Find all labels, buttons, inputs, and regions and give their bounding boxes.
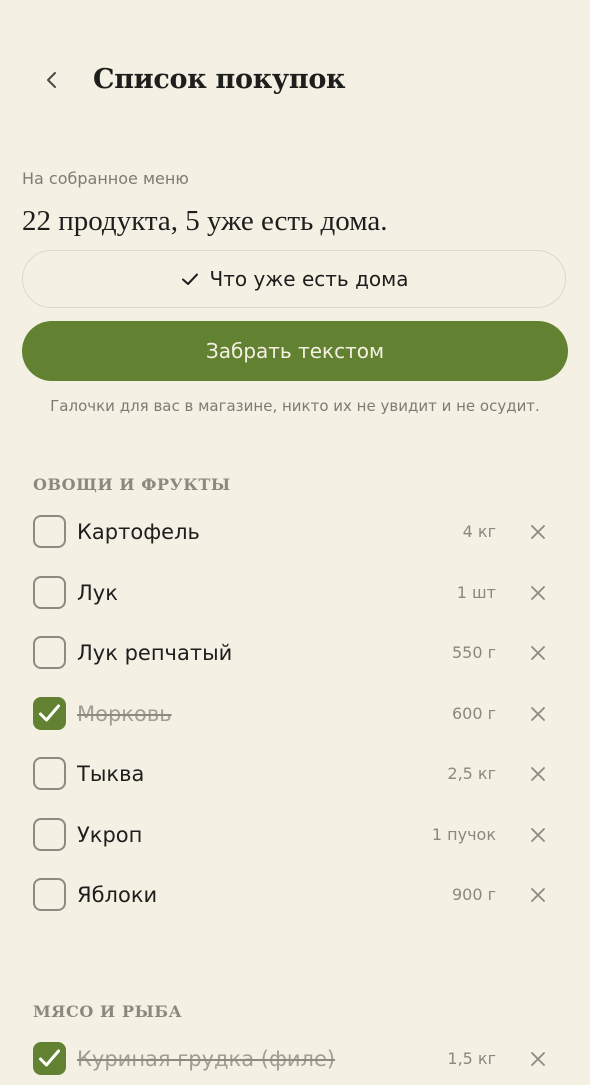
item-quantity: 4 кг: [462, 522, 496, 541]
list-item: Картофель 4 кг: [0, 506, 590, 558]
summary-caption: На собранное меню: [22, 169, 189, 188]
at-home-button-label: Что уже есть дома: [209, 267, 409, 291]
close-icon: [526, 702, 550, 726]
item-name: Куриная грудка (филе): [77, 1047, 336, 1071]
item-name: Укроп: [77, 822, 143, 847]
header: Список покупок: [0, 0, 590, 160]
item-quantity: 1,5 кг: [447, 1049, 496, 1068]
checkbox[interactable]: [33, 636, 66, 669]
chevron-left-icon: [36, 62, 70, 98]
remove-item-button[interactable]: [526, 883, 550, 907]
list-item: Яблоки 900 г: [0, 869, 590, 921]
remove-item-button[interactable]: [526, 702, 550, 726]
list-item: Лук 1 шт: [0, 567, 590, 619]
item-name: Картофель: [77, 520, 200, 544]
checkbox[interactable]: [33, 817, 66, 851]
item-name: Морковь: [77, 701, 172, 726]
close-icon: [526, 762, 550, 786]
checkbox-checked[interactable]: [33, 1042, 66, 1075]
item-quantity: 1 пучок: [431, 824, 496, 844]
remove-item-button[interactable]: [526, 823, 550, 847]
hint-text: Галочки для вас в магазине, никто их не …: [50, 397, 540, 415]
summary-text: 22 продукта, 5 уже есть дома.: [22, 205, 388, 237]
section-title: ОВОЩИ И ФРУКТЫ: [33, 475, 231, 494]
close-icon: [526, 883, 550, 907]
remove-item-button[interactable]: [526, 641, 550, 665]
remove-item-button[interactable]: [526, 1047, 550, 1071]
list-item: Укроп 1 пучок: [0, 809, 590, 861]
checkbox[interactable]: [33, 757, 66, 790]
item-name: Яблоки: [77, 883, 158, 907]
list-item: Лук репчатый 550 г: [0, 627, 590, 679]
item-quantity: 600 г: [451, 703, 496, 723]
take-as-text-button[interactable]: Забрать текстом: [22, 321, 568, 381]
item-name: Лук: [77, 580, 118, 605]
list-item: Морковь 600 г: [0, 688, 590, 740]
list-item: Тыква 2,5 кг: [0, 748, 590, 800]
remove-item-button[interactable]: [526, 762, 550, 786]
item-quantity: 550 г: [451, 643, 496, 662]
back-button[interactable]: [36, 62, 70, 98]
item-name: Лук репчатый: [77, 641, 233, 665]
checkbox[interactable]: [33, 515, 66, 548]
at-home-button[interactable]: Что уже есть дома: [22, 250, 566, 308]
list-item: Куриная грудка (филе) 1,5 кг: [0, 1033, 590, 1085]
item-quantity: 1 шт: [456, 582, 496, 602]
item-name: Тыква: [77, 762, 145, 786]
remove-item-button[interactable]: [526, 520, 550, 544]
close-icon: [526, 581, 550, 605]
checkmark-icon: [180, 271, 200, 287]
item-quantity: 900 г: [451, 885, 496, 904]
checkbox-checked[interactable]: [33, 696, 66, 730]
close-icon: [526, 1047, 550, 1071]
close-icon: [526, 520, 550, 544]
checkbox[interactable]: [33, 575, 66, 609]
close-icon: [526, 641, 550, 665]
close-icon: [526, 823, 550, 847]
remove-item-button[interactable]: [526, 581, 550, 605]
item-quantity: 2,5 кг: [447, 764, 496, 783]
checkbox[interactable]: [33, 878, 66, 911]
take-as-text-button-label: Забрать текстом: [205, 339, 385, 363]
page-title: Список покупок: [93, 64, 346, 95]
section-title: МЯСО И РЫБА: [33, 1002, 183, 1021]
